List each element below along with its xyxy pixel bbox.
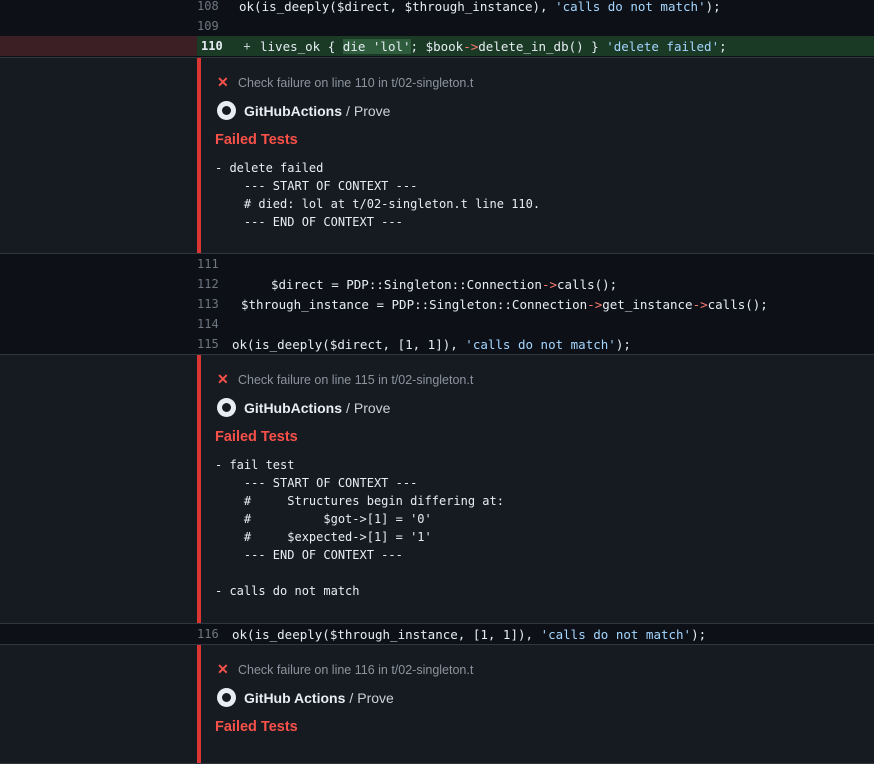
line-number[interactable]: 112 — [197, 277, 230, 291]
code-line-111: 111 — [0, 254, 874, 274]
annotation-header: ✕ Check failure on line 116 in t/02-sing… — [217, 661, 474, 677]
code-line-116: 116 ok(is_deeply($through_instance, [1, … — [0, 624, 874, 644]
annotation-message: - fail test --- START OF CONTEXT --- # S… — [215, 458, 504, 598]
code-line-112: 112 $direct = PDP::Singleton::Connection… — [0, 274, 874, 294]
code-text: ok(is_deeply($direct, [1, 1]), 'calls do… — [232, 336, 631, 352]
annotation-title: Failed Tests — [215, 719, 298, 735]
x-failure-icon: ✕ — [217, 371, 229, 387]
annotation-source: GitHubActions / Prove — [217, 101, 874, 120]
line-number[interactable]: 116 — [197, 627, 230, 641]
code-text: ok(is_deeply($direct, $through_instance)… — [239, 0, 721, 14]
bot-name[interactable]: GitHubActions — [244, 400, 342, 416]
code-text: $direct = PDP::Singleton::Connection -> ca… — [271, 276, 618, 292]
code-line-108: 108 ok(is_deeply($direct, $through_insta… — [0, 0, 874, 16]
annotation-message: - delete failed --- START OF CONTEXT ---… — [215, 161, 541, 229]
line-number[interactable]: 109 — [197, 19, 230, 33]
annotation-title: Failed Tests — [215, 132, 298, 148]
added-marker: + — [243, 39, 251, 53]
annotation-title: Failed Tests — [215, 429, 298, 445]
line-number[interactable]: 113 — [197, 297, 230, 311]
annotation-source: GitHubActions / Prove — [217, 398, 874, 417]
check-annotation: ✕ Check failure on line 110 in t/02-sing… — [0, 57, 874, 254]
x-failure-icon: ✕ — [217, 661, 229, 677]
code-line-115: 115 ok(is_deeply($direct, [1, 1]), 'call… — [0, 334, 874, 354]
job-name: Prove — [353, 102, 391, 119]
annotation-source: GitHub Actions / Prove — [217, 688, 874, 707]
annotation-header: ✕ Check failure on line 110 in t/02-sing… — [217, 74, 474, 90]
bot-name[interactable]: GitHub Actions — [244, 690, 345, 706]
job-name: Prove — [357, 689, 394, 706]
code-text: ok(is_deeply($through_instance, [1, 1]),… — [232, 626, 707, 642]
line-number[interactable]: 110 — [197, 36, 234, 56]
code-text: $through_instance = PDP::Singleton::Conn… — [241, 296, 768, 312]
line-number[interactable]: 108 — [197, 0, 230, 13]
line-number[interactable]: 111 — [197, 257, 230, 271]
job-name: Prove — [353, 399, 391, 416]
line-number[interactable]: 115 — [197, 337, 230, 351]
line-number[interactable]: 114 — [197, 317, 230, 331]
github-icon — [217, 688, 236, 707]
code-line-113: 113 $through_instance = PDP::Singleton::… — [0, 294, 874, 314]
bot-name[interactable]: GitHubActions — [244, 103, 342, 119]
x-failure-icon: ✕ — [217, 74, 229, 90]
code-text: + lives_ok { die 'lol'; $book -> delete_in_… — [234, 36, 874, 56]
github-icon — [217, 398, 236, 417]
code-line-109: 109 — [0, 16, 874, 36]
github-icon — [217, 101, 236, 120]
code-line-114: 114 — [0, 314, 874, 334]
annotation-header: ✕ Check failure on line 115 in t/02-sing… — [217, 371, 474, 387]
code-line-110: 110 + lives_ok { die 'lol'; $book -> delete… — [0, 36, 874, 56]
check-annotation: ✕ Check failure on line 115 in t/02-sing… — [0, 354, 874, 624]
check-annotation: ✕ Check failure on line 116 in t/02-sing… — [0, 644, 874, 764]
